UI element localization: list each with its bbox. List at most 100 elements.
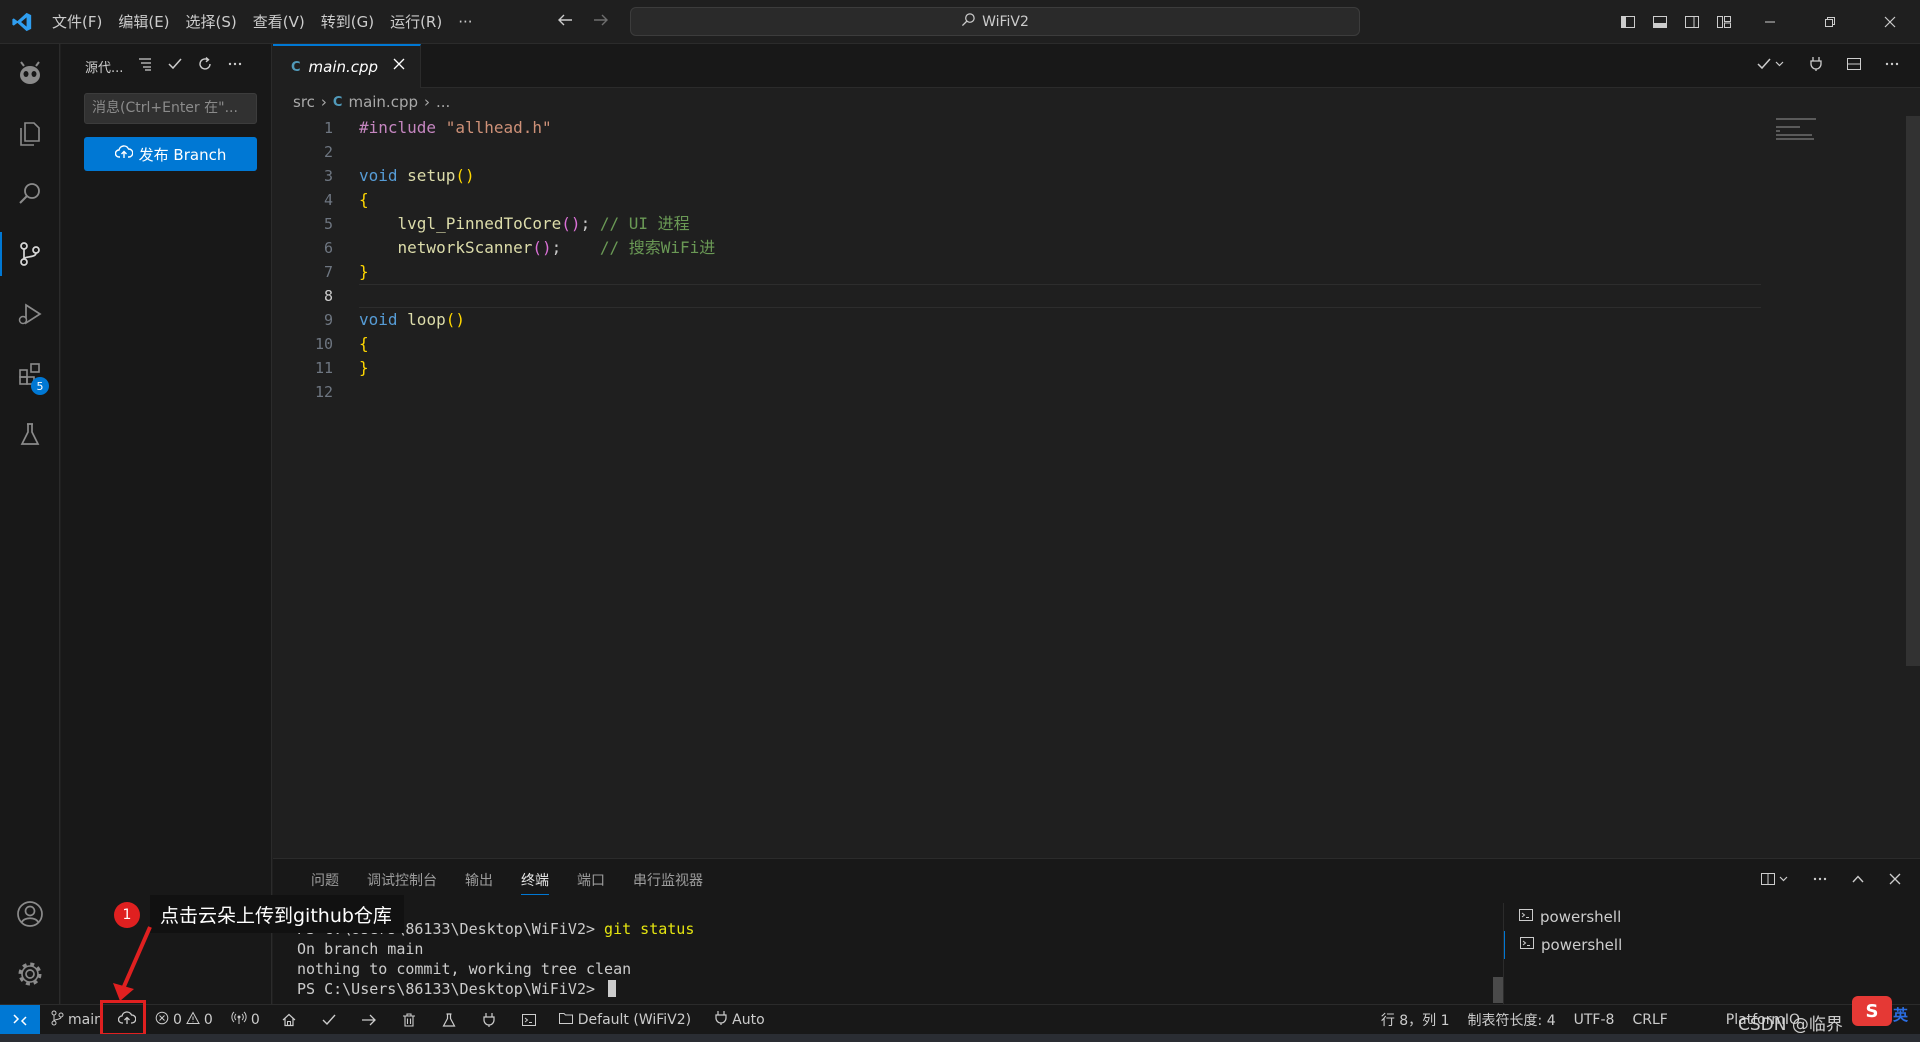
- restore-icon[interactable]: [1800, 0, 1860, 44]
- terminal-line: On branch main: [297, 940, 424, 958]
- breadcrumb-src[interactable]: src: [293, 93, 315, 111]
- include-directive: #include: [359, 118, 437, 137]
- forward-arrow-icon[interactable]: [592, 11, 610, 33]
- tab-serial-monitor[interactable]: 串行监视器: [619, 859, 717, 903]
- remote-indicator-icon[interactable]: [0, 1004, 40, 1035]
- code-comment: // UI 进程: [599, 214, 690, 233]
- breadcrumb-symbol[interactable]: ...: [436, 93, 450, 111]
- panel-more-actions-icon[interactable]: [1812, 871, 1828, 891]
- menu-view[interactable]: 查看(V): [245, 0, 313, 44]
- platformio-alien-icon[interactable]: [0, 44, 60, 104]
- terminal-icon: [1519, 935, 1535, 955]
- pio-terminal-button[interactable]: [509, 1005, 549, 1035]
- breadcrumb: src › C main.cpp › ...: [273, 88, 1920, 116]
- close-window-icon[interactable]: [1860, 0, 1920, 44]
- publish-branch-button[interactable]: 发布 Branch: [84, 137, 257, 171]
- toggle-primary-sidebar-icon[interactable]: [1612, 0, 1644, 44]
- menu-edit[interactable]: 编辑(E): [110, 0, 177, 44]
- terminal-instance-label: powershell: [1541, 936, 1623, 954]
- menu-go[interactable]: 转到(G): [313, 0, 382, 44]
- refresh-icon[interactable]: [197, 56, 213, 76]
- ime-language-indicator[interactable]: 英: [1893, 1004, 1908, 1025]
- problems-status[interactable]: 0 0: [146, 1005, 222, 1035]
- pio-test-button[interactable]: [429, 1005, 469, 1035]
- tab-main-cpp[interactable]: C main.cpp: [273, 44, 421, 88]
- command-center-search[interactable]: WiFiV2: [630, 7, 1360, 36]
- terminal-scrollbar[interactable]: [1493, 977, 1503, 1003]
- include-path: "allhead.h": [445, 118, 552, 137]
- sogou-ime-icon[interactable]: S: [1852, 996, 1892, 1026]
- tab-ports[interactable]: 端口: [563, 859, 619, 903]
- manage-gear-icon[interactable]: [0, 944, 60, 1004]
- pio-env-switcher[interactable]: Default (WiFiV2): [549, 1005, 700, 1035]
- terminal-prompt: PS C:\Users\86133\Desktop\WiFiV2>: [297, 980, 605, 998]
- pio-serial-monitor-button[interactable]: [469, 1005, 509, 1035]
- accounts-icon[interactable]: [0, 884, 60, 944]
- code-line-current: [359, 284, 1761, 308]
- code-line: void loop(): [359, 310, 465, 329]
- pio-clean-button[interactable]: [389, 1005, 429, 1035]
- split-terminal-icon[interactable]: [1760, 871, 1790, 891]
- run-debug-icon[interactable]: [0, 284, 60, 344]
- commit-check-icon[interactable]: [167, 56, 183, 76]
- upload-plug-icon[interactable]: [1808, 56, 1824, 76]
- activity-bar: 5: [0, 44, 60, 1004]
- search-view-icon[interactable]: [0, 164, 60, 224]
- code-content: #include "allhead.h" void setup() { lvgl…: [359, 116, 1761, 404]
- editor-scrollbar[interactable]: [1906, 116, 1920, 666]
- port-auto-switcher[interactable]: Auto: [700, 1005, 774, 1035]
- code-line: void setup(): [359, 166, 475, 185]
- terminal-command: git status: [604, 920, 695, 938]
- toggle-secondary-sidebar-icon[interactable]: [1676, 0, 1708, 44]
- eol-status[interactable]: CRLF: [1623, 1005, 1676, 1035]
- code-editor[interactable]: 1 2 3 4 5 6 7 8 9 10 11 12 #include "all…: [273, 116, 1920, 858]
- customize-layout-icon[interactable]: [1708, 0, 1740, 44]
- breadcrumb-file[interactable]: main.cpp: [348, 93, 418, 111]
- code-line: {: [359, 190, 369, 209]
- taskbar-strip: [0, 1034, 1920, 1042]
- menu-run[interactable]: 运行(R): [382, 0, 450, 44]
- pio-upload-button[interactable]: [349, 1005, 389, 1035]
- line-number: 10: [314, 335, 333, 353]
- encoding-status[interactable]: UTF-8: [1565, 1005, 1624, 1035]
- terminal-instance[interactable]: powershell: [1504, 903, 1920, 931]
- trash-icon: [402, 1012, 415, 1027]
- pio-home-button[interactable]: [269, 1005, 309, 1035]
- menu-file[interactable]: 文件(F): [44, 0, 110, 44]
- terminal-instance-active[interactable]: powershell: [1504, 931, 1920, 959]
- source-control-icon[interactable]: [0, 224, 60, 284]
- pio-build-button[interactable]: [309, 1005, 349, 1035]
- minimap[interactable]: [1776, 116, 1836, 156]
- ports-status[interactable]: 0: [222, 1005, 269, 1035]
- editor-more-actions-icon[interactable]: [1884, 56, 1900, 76]
- close-panel-icon[interactable]: [1888, 872, 1902, 890]
- back-arrow-icon[interactable]: [556, 11, 574, 33]
- line-number: 6: [323, 239, 333, 257]
- terminal-line: PS C:\Users\86133\Desktop\WiFiV2>: [297, 979, 1527, 999]
- terminal-output[interactable]: PS C:\Users\86133\Desktop\WiFiV2> git st…: [297, 919, 1527, 999]
- extensions-icon[interactable]: 5: [0, 344, 60, 404]
- testing-flask-icon[interactable]: [0, 404, 60, 464]
- terminal-icon: [1518, 907, 1534, 927]
- error-icon: [155, 1011, 169, 1029]
- cursor-position[interactable]: 行 8，列 1: [1372, 1005, 1459, 1035]
- tab-output[interactable]: 输出: [451, 859, 507, 903]
- view-as-tree-icon[interactable]: [137, 56, 153, 76]
- build-check-icon[interactable]: [1756, 56, 1786, 76]
- tab-terminal[interactable]: 终端: [507, 859, 563, 903]
- toggle-panel-icon[interactable]: [1644, 0, 1676, 44]
- annotation-arrow-icon: [113, 926, 152, 1001]
- language-mode-status[interactable]: [1677, 1005, 1717, 1035]
- code-line: #include "allhead.h": [359, 116, 1759, 140]
- more-actions-icon[interactable]: [227, 56, 243, 76]
- maximize-panel-icon[interactable]: [1850, 871, 1866, 891]
- vscode-logo-icon: [0, 0, 44, 44]
- indentation-status[interactable]: 制表符长度: 4: [1459, 1005, 1565, 1035]
- close-tab-icon[interactable]: [392, 57, 406, 75]
- commit-message-input[interactable]: 消息(Ctrl+Enter 在"...: [84, 93, 257, 124]
- split-editor-icon[interactable]: [1846, 56, 1862, 76]
- explorer-icon[interactable]: [0, 104, 60, 164]
- menu-more[interactable]: ···: [450, 0, 480, 44]
- menu-selection[interactable]: 选择(S): [178, 0, 245, 44]
- minimize-icon[interactable]: [1740, 0, 1800, 44]
